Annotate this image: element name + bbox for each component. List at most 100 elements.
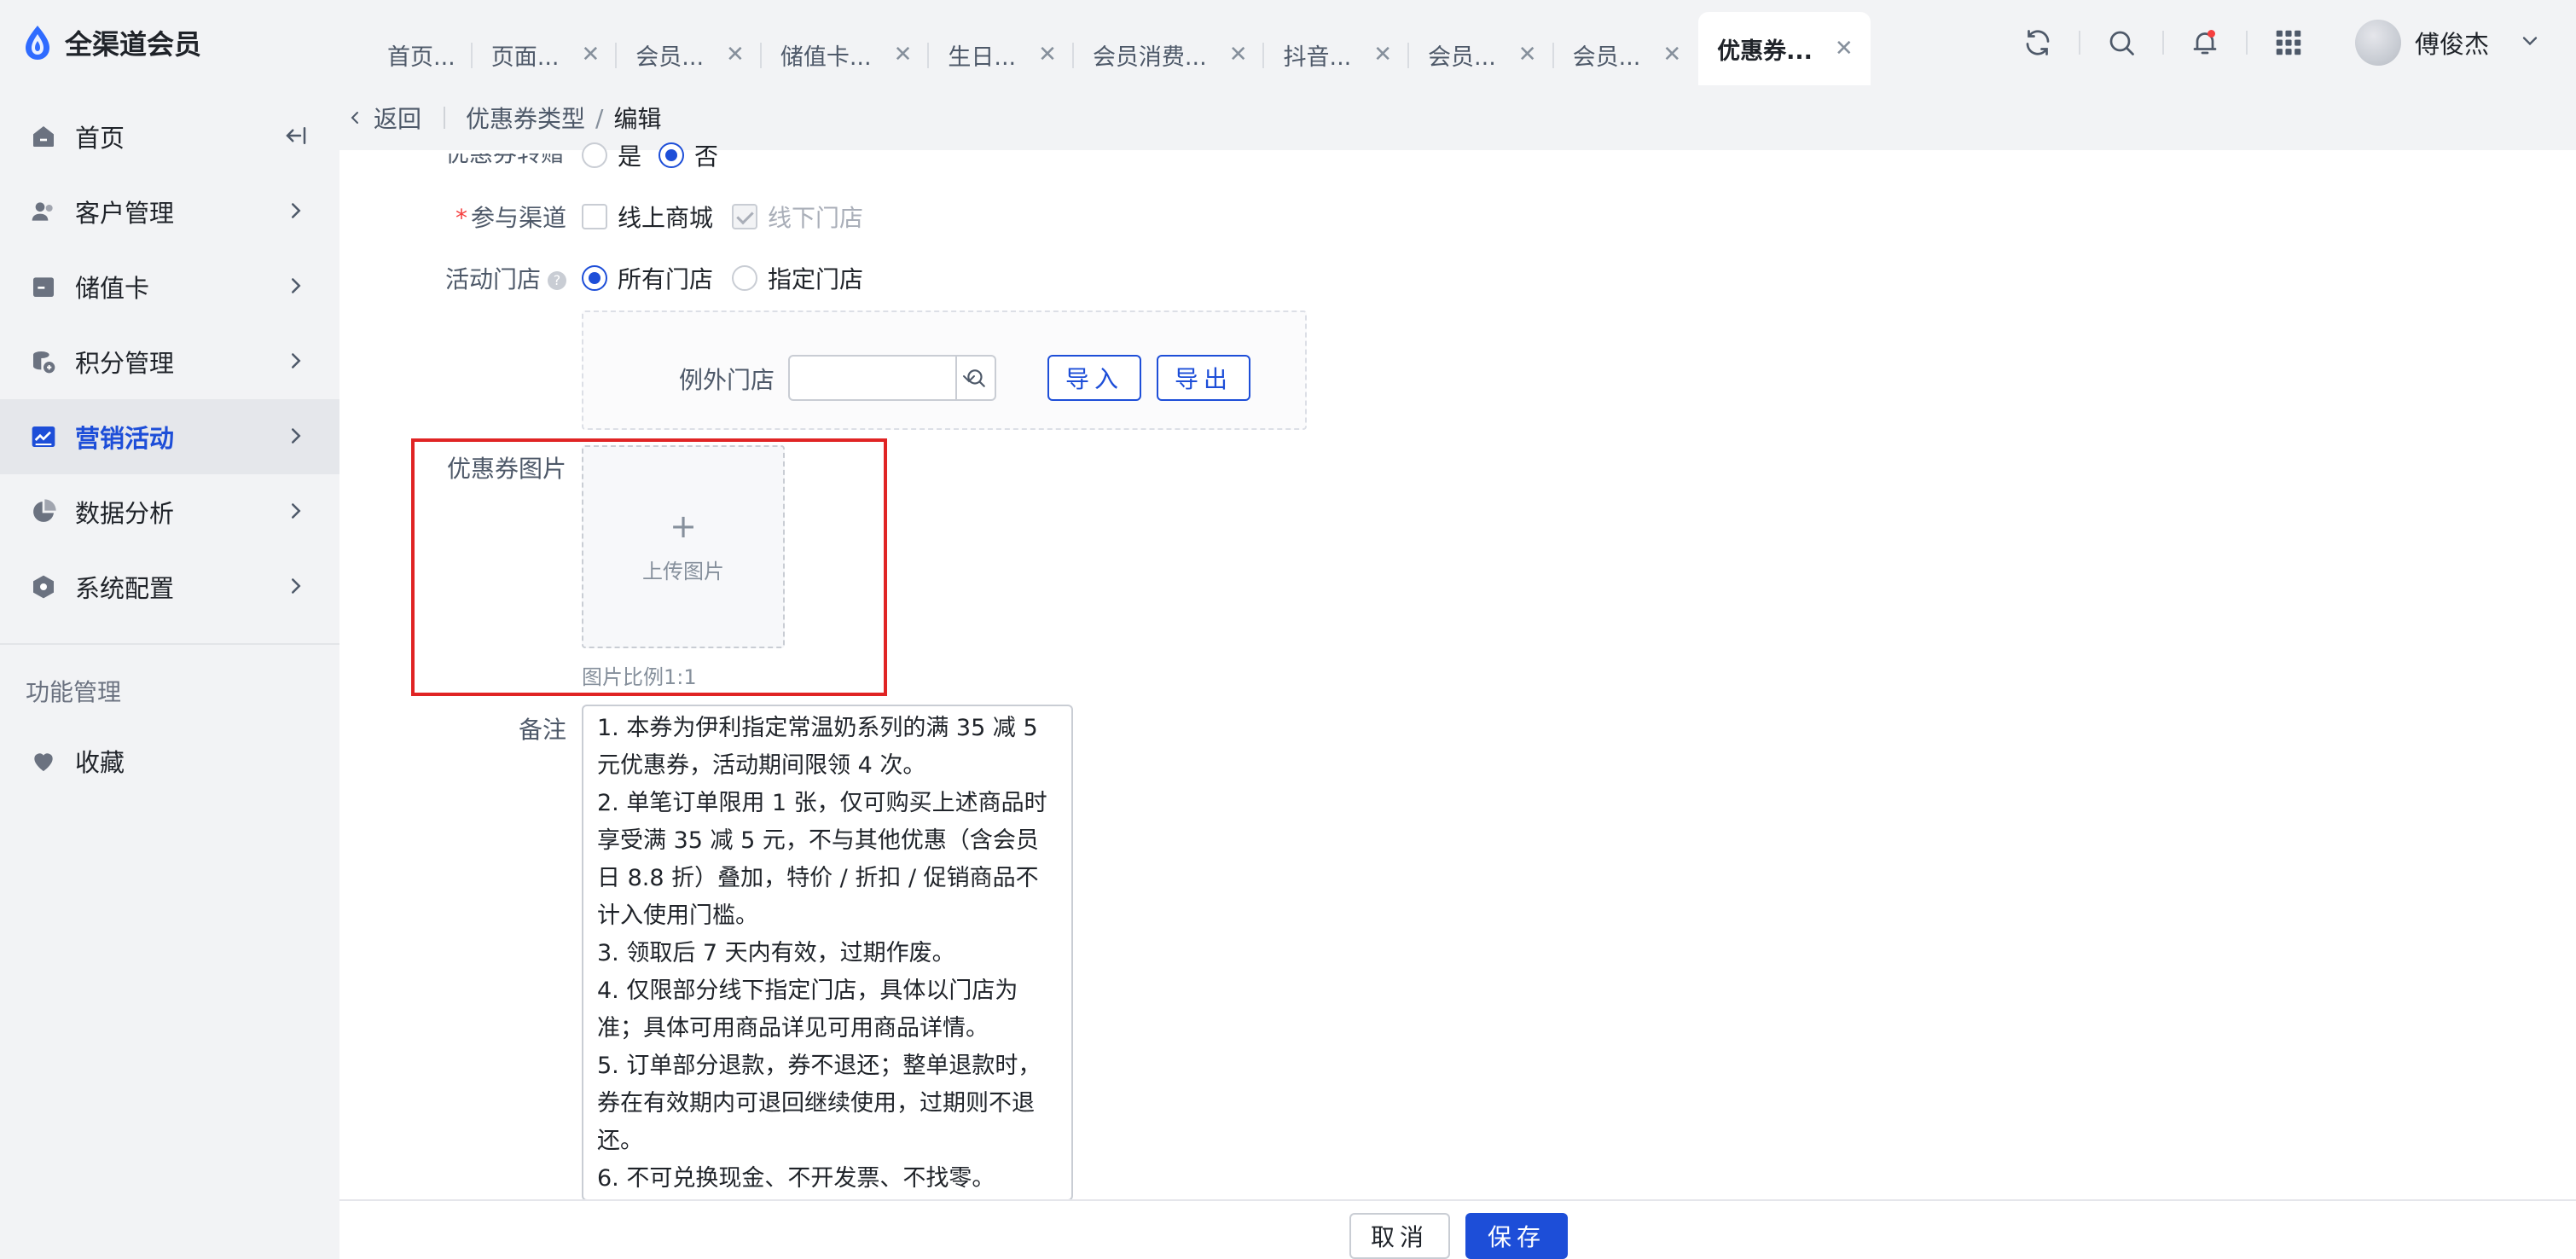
close-icon[interactable]: ✕: [582, 42, 600, 67]
sidebar-item-marketing[interactable]: 营销活动: [0, 399, 339, 474]
export-button[interactable]: 导出: [1157, 355, 1250, 401]
close-icon[interactable]: ✕: [726, 42, 745, 67]
tab-member-1[interactable]: 会员... ✕: [617, 24, 762, 85]
close-icon[interactable]: ✕: [1835, 36, 1854, 61]
tab-douyin[interactable]: 抖音... ✕: [1264, 24, 1409, 85]
radio-checked-icon: [659, 142, 684, 168]
back-button[interactable]: 返回: [345, 101, 444, 135]
cancel-button[interactable]: 取消: [1349, 1213, 1450, 1259]
sidebar-item-label: 储值卡: [75, 274, 150, 303]
chevron-right-icon: [283, 198, 309, 229]
sidebar-item-label: 积分管理: [75, 349, 175, 378]
sidebar-item-points[interactable]: 积分管理: [0, 324, 339, 399]
top-actions: 傅俊杰: [1997, 17, 2576, 68]
tab-label: 首页...: [387, 44, 455, 71]
brand-name: 全渠道会员: [65, 28, 202, 61]
exclude-stores-label: 例外门店: [678, 366, 775, 394]
sidebar-item-analytics[interactable]: 数据分析: [0, 474, 339, 549]
close-icon[interactable]: ✕: [1662, 42, 1681, 67]
tab-page[interactable]: 页面... ✕: [473, 24, 618, 85]
tab-label: 生日...: [948, 44, 1017, 71]
channel-online-checkbox[interactable]: 线上商城: [582, 200, 713, 234]
close-icon[interactable]: ✕: [894, 42, 913, 67]
remark-textarea[interactable]: 1. 本券为伊利指定常温奶系列的满 35 减 5 元优惠券，活动期间限领 4 次…: [582, 705, 1073, 1201]
tab-member-3[interactable]: 会员... ✕: [1554, 24, 1699, 85]
radio-icon: [582, 142, 607, 168]
back-label: 返回: [374, 105, 422, 133]
tab-coupon[interactable]: 优惠券... ✕: [1698, 12, 1871, 85]
brand[interactable]: 全渠道会员: [22, 19, 201, 67]
image-upload[interactable]: + 上传图片: [582, 445, 785, 648]
stores-label-text: 活动门店: [444, 265, 541, 293]
user-name[interactable]: 傅俊杰: [2415, 25, 2489, 61]
collapse-sidebar-icon[interactable]: [283, 123, 309, 154]
avatar[interactable]: [2354, 20, 2401, 66]
save-button[interactable]: 保存: [1465, 1213, 1568, 1259]
close-icon[interactable]: ✕: [1518, 42, 1537, 67]
channel-online-label: 线上商城: [618, 204, 714, 232]
tab-stored-card[interactable]: 储值卡... ✕: [762, 24, 930, 85]
radio-icon: [732, 265, 757, 291]
notification-bell-icon[interactable]: [2188, 26, 2222, 60]
required-mark: *: [455, 204, 467, 232]
channel-offline-label: 线下门店: [768, 204, 864, 232]
plus-icon: +: [670, 507, 697, 545]
import-button[interactable]: 导入: [1047, 355, 1141, 401]
refresh-icon[interactable]: [2021, 26, 2055, 60]
transfer-no-radio[interactable]: 否: [659, 138, 718, 172]
tab-label: 会员...: [635, 44, 705, 71]
sidebar-item-home[interactable]: 首页: [0, 99, 339, 174]
heart-icon: [29, 746, 58, 775]
stores-all-radio[interactable]: 所有门店: [582, 261, 713, 295]
sidebar-item-stored-card[interactable]: 储值卡: [0, 249, 339, 324]
close-icon[interactable]: ✕: [1038, 42, 1057, 67]
stores-specified-label: 指定门店: [768, 265, 864, 293]
sidebar-item-settings[interactable]: 系统配置: [0, 549, 339, 624]
tab-birthday[interactable]: 生日... ✕: [929, 24, 1074, 85]
chevron-down-icon[interactable]: [2518, 29, 2542, 56]
sidebar-section-title: 功能管理: [26, 678, 122, 706]
sidebar-item-label: 系统配置: [75, 574, 175, 603]
brand-logo-icon: [26, 26, 49, 60]
stores-specified-radio[interactable]: 指定门店: [732, 261, 863, 295]
radio-checked-icon: [582, 265, 607, 291]
sidebar-item-customers[interactable]: 客户管理: [0, 174, 339, 249]
breadcrumb-divider: [444, 107, 446, 129]
toolbar-divider: [2245, 31, 2248, 55]
tab-label: 储值卡...: [780, 44, 872, 71]
apps-grid-icon[interactable]: [2271, 26, 2306, 60]
transfer-no-label: 否: [694, 142, 719, 171]
chevron-right-icon: [283, 348, 309, 380]
search-icon[interactable]: [955, 357, 995, 399]
pie-icon: [29, 497, 58, 526]
breadcrumb-current: 编辑: [613, 105, 662, 133]
sidebar: 首页 客户管理 储值卡 积分管理 营销活动 数据分析 系统配置 功能管理 收藏: [0, 85, 339, 1259]
tab-member-2[interactable]: 会员... ✕: [1409, 24, 1554, 85]
transfer-yes-radio[interactable]: 是: [582, 138, 641, 172]
coupon-image-label: 优惠券图片: [446, 455, 566, 483]
user-icon: [29, 197, 58, 226]
top-bar: 全渠道会员 首页... 页面... ✕ 会员... ✕ 储值卡... ✕ 生日... ✕…: [0, 0, 2576, 85]
toolbar-divider: [2078, 31, 2080, 55]
checkbox-icon: [582, 204, 607, 229]
close-icon[interactable]: ✕: [1373, 42, 1392, 67]
main-panel: 返回 优惠券类型 / 编辑 优惠券转赠 是 否 *参与渠道 线上商城 线下门店 …: [339, 85, 2576, 1259]
sidebar-item-label: 首页: [75, 124, 125, 153]
sidebar-item-label: 客户管理: [75, 199, 175, 228]
chart-icon: [29, 422, 58, 451]
exclude-stores-select[interactable]: [788, 355, 996, 401]
close-icon[interactable]: ✕: [1229, 42, 1248, 67]
breadcrumb-parent[interactable]: 优惠券类型: [466, 101, 585, 135]
sidebar-item-favorites[interactable]: 收藏: [0, 723, 339, 798]
transfer-yes-label: 是: [618, 142, 642, 171]
help-icon[interactable]: ?: [548, 271, 566, 290]
tab-member-consumption[interactable]: 会员消费... ✕: [1074, 24, 1265, 85]
chevron-right-icon: [283, 273, 309, 305]
exclude-stores-box: 例外门店 导入 导出: [582, 310, 1307, 430]
chevron-left-icon: [351, 112, 358, 124]
home-icon: [29, 122, 58, 151]
channel-offline-checkbox[interactable]: 线下门店: [732, 200, 863, 234]
tab-home[interactable]: 首页...: [368, 24, 473, 85]
image-ratio-hint: 图片比例1:1: [582, 665, 697, 689]
search-icon[interactable]: [2104, 26, 2138, 60]
